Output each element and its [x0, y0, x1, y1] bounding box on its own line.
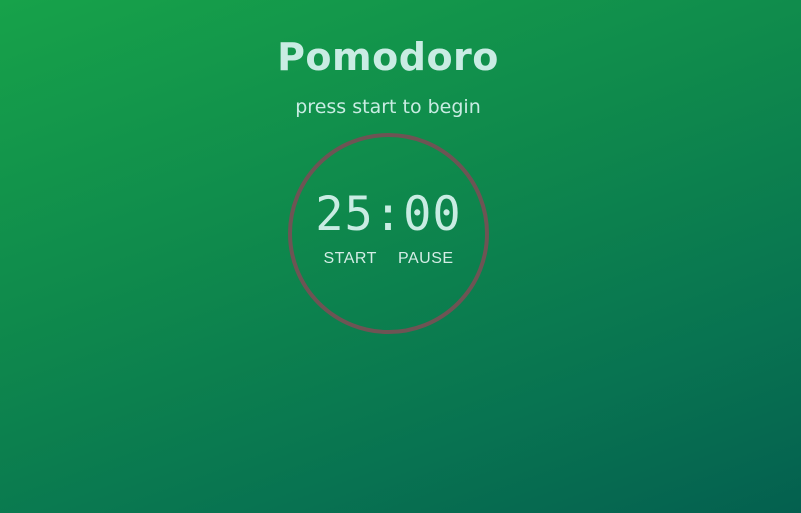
time-display: 25:00	[315, 187, 462, 242]
page-title: Pomodoro	[277, 35, 499, 79]
pause-button[interactable]: PAUSE	[390, 250, 462, 268]
start-button[interactable]: START	[315, 250, 384, 268]
status-message: press start to begin	[295, 96, 481, 118]
pomodoro-app: Pomodoro press start to begin 25:00 STAR…	[0, 0, 801, 513]
timer-controls: START PAUSE	[288, 248, 489, 268]
